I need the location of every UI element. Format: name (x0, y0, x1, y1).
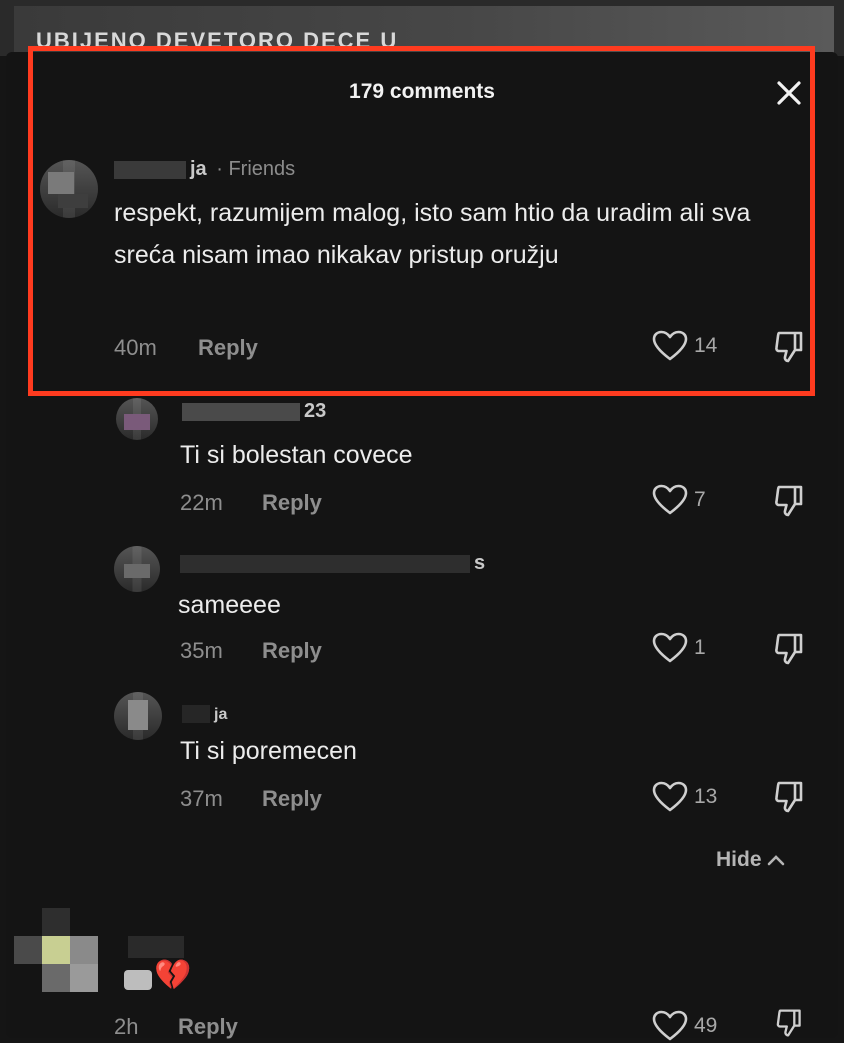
chevron-up-icon (767, 855, 784, 866)
dislike-button[interactable] (774, 484, 804, 523)
like-button[interactable]: 7 (652, 484, 706, 516)
thumbs-down-icon (775, 633, 803, 665)
comment-text: 💔 (154, 959, 192, 992)
heart-icon (652, 1010, 688, 1041)
comment-time: 37m (180, 786, 223, 811)
comment-text: Ti si poremecen (180, 737, 357, 765)
reply-button[interactable]: Reply (262, 490, 322, 516)
thumbs-down-icon (775, 781, 803, 813)
heart-icon (652, 632, 688, 663)
dislike-button[interactable] (774, 780, 804, 819)
like-button[interactable]: 1 (652, 632, 706, 664)
like-button[interactable]: 49 (652, 1010, 717, 1042)
highlight-annotation-box (28, 46, 815, 396)
avatar[interactable] (114, 546, 160, 592)
like-button[interactable]: 13 (652, 781, 717, 813)
reply-button[interactable]: Reply (262, 786, 322, 812)
avatar[interactable] (114, 692, 162, 740)
like-count: 49 (694, 1014, 718, 1037)
dislike-button[interactable] (774, 632, 804, 671)
hide-label: Hide (716, 848, 762, 871)
heart-icon (652, 781, 688, 812)
comment-time: 22m (180, 490, 223, 515)
like-count: 13 (694, 785, 718, 808)
comment-time: 35m (180, 638, 223, 663)
username-blurred (128, 936, 184, 958)
reply-button[interactable]: Reply (262, 638, 322, 664)
comment-username[interactable]: ja (182, 702, 227, 725)
avatar[interactable] (116, 398, 158, 440)
heart-icon (652, 484, 688, 515)
comment-username[interactable]: s (180, 552, 485, 575)
thumbs-down-icon (776, 1009, 801, 1037)
comment-time: 2h (114, 1014, 139, 1039)
hide-replies-button[interactable]: Hide (716, 848, 786, 872)
avatar[interactable] (14, 908, 98, 992)
broken-heart-emoji: 💔 (124, 958, 194, 998)
comment-text: Ti si bolestan covece (180, 441, 413, 469)
like-count: 7 (694, 488, 706, 511)
reply-button[interactable]: Reply (178, 1014, 238, 1040)
comment-text: sameeee (178, 591, 281, 619)
thumbs-down-icon (775, 485, 803, 517)
comment-username[interactable]: 23 (182, 400, 326, 423)
like-count: 1 (694, 636, 706, 659)
